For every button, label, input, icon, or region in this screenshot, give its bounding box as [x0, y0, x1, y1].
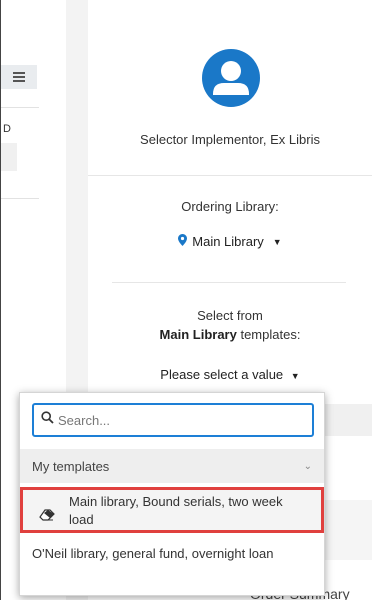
template-select[interactable]: Please select a value ▼	[88, 367, 372, 382]
user-avatar-icon	[202, 49, 260, 107]
left-divider	[1, 198, 39, 199]
template-option-label-cont: load	[69, 512, 94, 527]
search-input[interactable]	[58, 412, 298, 428]
ordering-library-label: Ordering Library:	[181, 199, 279, 214]
divider	[88, 175, 372, 176]
ordering-library-value: Main Library	[192, 234, 264, 249]
list-view-icon[interactable]	[1, 65, 37, 89]
search-icon	[41, 411, 54, 429]
caret-down-icon: ▼	[290, 371, 300, 381]
search-field[interactable]	[32, 403, 314, 437]
map-pin-icon	[178, 234, 188, 249]
template-option-label: Main library, Bound serials, two week	[69, 494, 283, 509]
ordering-library-select[interactable]: Main Library ▼	[88, 234, 372, 249]
left-input-stub	[1, 143, 17, 171]
left-truncated-text: D	[3, 123, 11, 135]
user-name: Selector Implementor, Ex Libris	[140, 132, 320, 147]
background-block	[318, 500, 372, 560]
template-option[interactable]: O'Neil library, general fund, overnight …	[20, 539, 324, 587]
template-select-value: Please select a value	[160, 367, 284, 382]
eraser-icon	[39, 508, 55, 526]
left-divider	[1, 107, 39, 108]
divider	[112, 282, 346, 283]
templates-suffix: templates:	[240, 327, 301, 342]
template-option[interactable]: Main library, Bound serials, two week lo…	[20, 487, 324, 533]
template-dropdown: My templates ⌄ Main library, Bound seria…	[19, 392, 325, 596]
chevron-down-icon: ⌄	[303, 460, 312, 472]
template-option-label: O'Neil library, general fund, overnight …	[32, 546, 274, 561]
template-group-header[interactable]: My templates ⌄	[20, 449, 324, 483]
templates-label: Main Library templates:	[88, 327, 372, 342]
background-input-stub	[318, 404, 372, 436]
templates-library-name: Main Library	[159, 327, 237, 342]
caret-down-icon: ▼	[272, 236, 282, 247]
template-group-label: My templates	[32, 458, 110, 474]
select-from-label: Select from	[197, 308, 263, 323]
